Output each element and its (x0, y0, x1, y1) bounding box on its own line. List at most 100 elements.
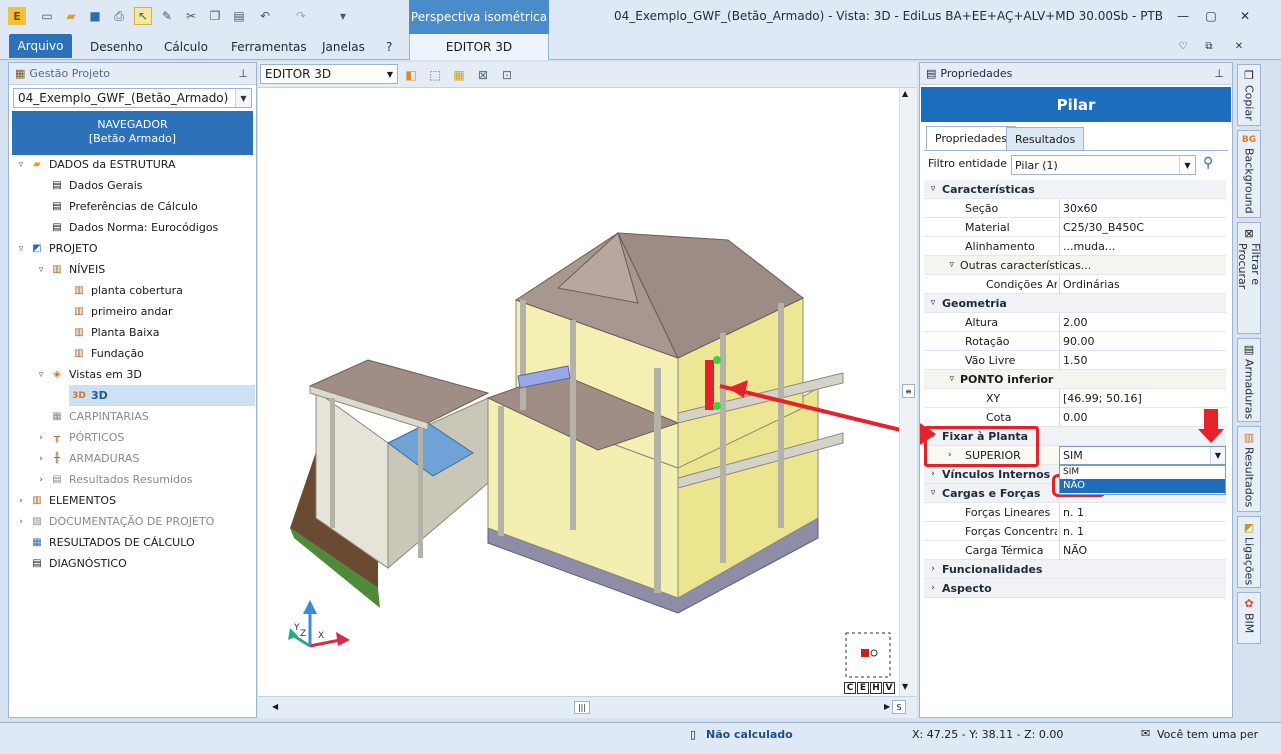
zoom-window-icon[interactable]: ⬚ (426, 66, 444, 84)
expander-icon[interactable]: › (15, 496, 27, 506)
project-select[interactable]: 04_Exemplo_GWF_(Betão_Armado) ▼ (13, 88, 252, 108)
redo-icon[interactable]: ↷ (292, 7, 310, 25)
superior-select[interactable]: SIM ▼ (1059, 445, 1226, 465)
group-geometria[interactable]: ▿ Geometria (924, 294, 1226, 313)
cut-icon[interactable]: ✂ (182, 7, 200, 25)
scroll-right-icon[interactable]: ▶ (884, 702, 890, 711)
open-folder-icon[interactable]: ▰ (62, 7, 80, 25)
render-icon[interactable]: ⊡ (498, 66, 516, 84)
tree-item[interactable]: ▥ planta cobertura (69, 280, 183, 301)
collapse-icon[interactable]: ▿ (924, 260, 960, 270)
tab-help[interactable]: ? (386, 40, 392, 54)
expander-icon[interactable]: › (15, 517, 27, 527)
tab-desenho[interactable]: Desenho (90, 40, 143, 54)
tab-janelas[interactable]: Janelas (322, 40, 365, 54)
view-v-button[interactable]: V (883, 682, 895, 694)
expand-icon[interactable]: › (924, 469, 942, 479)
tree-item[interactable]: ▥ Planta Baixa (69, 322, 159, 343)
property-value[interactable]: NÃO (1059, 540, 1226, 560)
close-doc-icon[interactable]: ✕ (1226, 36, 1252, 56)
tree-item[interactable]: › ▥ ELEMENTOS (15, 490, 116, 511)
property-value[interactable]: [46.99; 50.16] (1059, 388, 1226, 408)
property-row[interactable]: Vão Livre 1.50 (924, 350, 1226, 370)
view-c-button[interactable]: C (844, 682, 856, 694)
property-value[interactable]: n. 1 (1059, 502, 1226, 522)
property-value[interactable]: C25/30_B450C (1059, 217, 1226, 237)
scroll-corner-button[interactable]: S (892, 700, 906, 714)
editor-select[interactable]: EDITOR 3D ▼ (260, 64, 398, 84)
expander-icon[interactable]: ▿ (35, 370, 47, 380)
tree-item[interactable]: ▤ Dados Gerais (47, 175, 142, 196)
side-tab-background[interactable]: BG Background (1237, 130, 1261, 218)
tree-item[interactable]: ▥ Fundação (69, 343, 144, 364)
chevron-down-icon[interactable]: ▼ (1210, 446, 1225, 464)
chevron-down-icon[interactable]: ▼ (387, 70, 393, 79)
tree-item[interactable]: ▤ Preferências de Cálculo (47, 196, 198, 217)
search-icon[interactable]: ⚲ (1203, 155, 1213, 171)
expand-icon[interactable]: › (924, 583, 942, 593)
scroll-down-icon[interactable]: ▼ (902, 682, 908, 691)
property-value[interactable]: n. 1 (1059, 521, 1226, 541)
group-aspecto[interactable]: › Aspecto (924, 579, 1226, 598)
properties-tool-icon[interactable]: ✎ (158, 7, 176, 25)
filter-select[interactable]: Pilar (1) ▼ (1011, 155, 1196, 175)
property-row[interactable]: Altura 2.00 (924, 312, 1226, 332)
scroll-left-icon[interactable]: ◀ (272, 702, 278, 711)
paste-icon[interactable]: ▤ (230, 7, 248, 25)
side-tab-bim[interactable]: ✿ BIM (1237, 592, 1261, 644)
undo-icon[interactable]: ↶ (256, 7, 274, 25)
close-button[interactable]: ✕ (1232, 6, 1258, 26)
property-row[interactable]: Carga Térmica NÃO (924, 540, 1226, 560)
tree-item[interactable]: ▿ ◈ Vistas em 3D (35, 364, 142, 385)
expander-icon[interactable]: ▿ (15, 244, 27, 254)
property-row[interactable]: Forças Lineares n. 1 (924, 502, 1226, 522)
view-e-button[interactable]: E (857, 682, 869, 694)
tree-item[interactable]: ▥ primeiro andar (69, 301, 172, 322)
maximize-button[interactable]: ▢ (1198, 6, 1224, 26)
property-row[interactable]: Alinhamento ...muda... (924, 236, 1226, 256)
status-message[interactable]: Você tem uma per (1157, 728, 1258, 741)
viewport-3d[interactable]: Z Y X C E H V (258, 88, 914, 696)
collapse-icon[interactable]: ▿ (924, 298, 942, 308)
tree-item[interactable]: › ╫ ARMADURAS (35, 448, 139, 469)
expander-icon[interactable]: ▿ (15, 160, 27, 170)
tree-item[interactable]: ▤ Dados Norma: Eurocódigos (47, 217, 218, 238)
app-logo-icon[interactable]: E (8, 7, 26, 25)
property-value[interactable]: 1.50 (1059, 350, 1226, 370)
property-row[interactable]: Material C25/30_B450C (924, 217, 1226, 237)
tree-item[interactable]: ▦ RESULTADOS DE CÁLCULO (27, 532, 194, 553)
property-value[interactable]: 90.00 (1059, 331, 1226, 351)
chevron-down-icon[interactable]: ▼ (1179, 156, 1195, 174)
layers-icon[interactable]: ▦ (450, 66, 468, 84)
tree-item[interactable]: ▿ ◩ PROJETO (15, 238, 98, 259)
subgroup-outras[interactable]: ▿ Outras características... (924, 256, 1226, 275)
tree-item[interactable]: › ▤ Resultados Resumidos (35, 469, 192, 490)
minimize-button[interactable]: — (1170, 6, 1196, 26)
property-row[interactable]: Seção 30x60 (924, 198, 1226, 218)
chevron-down-icon[interactable]: ▼ (235, 89, 251, 107)
select-cursor-icon[interactable]: ↖ (134, 7, 152, 25)
group-funcionalidades[interactable]: › Funcionalidades (924, 560, 1226, 579)
tab-editor-3d[interactable]: EDITOR 3D (409, 34, 549, 60)
scroll-up-icon[interactable]: ▲ (902, 89, 908, 98)
new-file-icon[interactable]: ▭ (38, 7, 56, 25)
side-tab-copiar[interactable]: ❐ Copiar (1237, 64, 1261, 126)
save-icon[interactable]: ■ (86, 7, 104, 25)
ribbon-collapse-icon[interactable]: ♡ (1170, 36, 1196, 56)
expander-icon[interactable]: ▿ (35, 265, 47, 275)
property-row[interactable]: Cota 0.00 (924, 407, 1226, 427)
filter-elements-icon[interactable]: ⊠ (474, 66, 492, 84)
dropdown-option-nao[interactable]: NÃO (1060, 479, 1225, 493)
property-value[interactable]: 2.00 (1059, 312, 1226, 332)
horizontal-scrollbar[interactable]: ◀ ||| ▶ S (258, 696, 917, 718)
property-value[interactable]: 0.00 (1059, 407, 1226, 427)
tree-item[interactable]: › ╥ PÓRTICOS (35, 427, 124, 448)
dropdown-option-sim[interactable]: SIM (1060, 466, 1225, 479)
expander-icon[interactable]: › (35, 475, 47, 485)
scroll-thumb[interactable]: ≡ (902, 384, 915, 398)
tree-item[interactable]: ▤ DIAGNÓSTICO (27, 553, 126, 574)
tab-propriedades[interactable]: Propriedades (926, 126, 1016, 150)
restore-doc-icon[interactable]: ⧉ (1196, 36, 1222, 56)
collapse-icon[interactable]: ▿ (924, 488, 942, 498)
customize-toolbar-icon[interactable]: ▾ (334, 7, 352, 25)
